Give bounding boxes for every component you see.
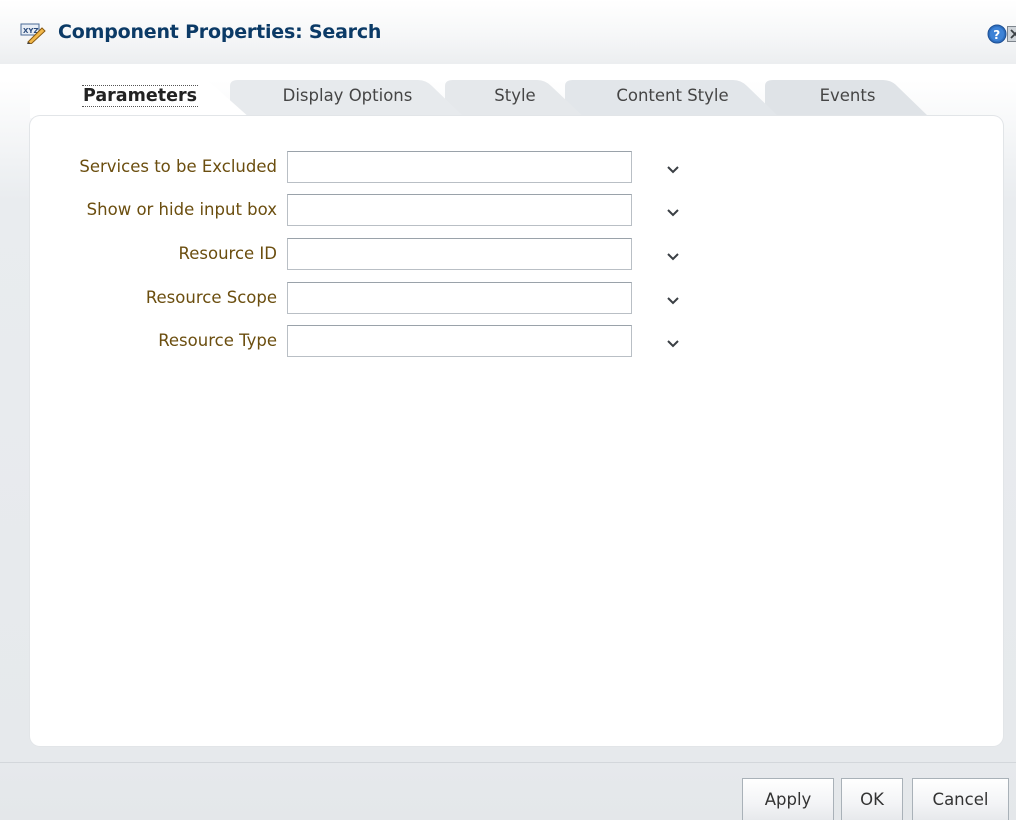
tab-label: Display Options (282, 86, 413, 105)
services-excluded-input[interactable] (287, 151, 632, 183)
resource-scope-input[interactable] (287, 282, 632, 314)
show-hide-input-field[interactable] (287, 194, 632, 226)
show-hide-input-label: Show or hide input box (86, 200, 277, 219)
tab-style[interactable]: Style (445, 76, 585, 118)
xyz-edit-icon: XYZ (20, 22, 46, 45)
tab-label: Parameters (82, 85, 198, 107)
svg-text:?: ? (993, 28, 1000, 42)
form-row-resource-id: Resource ID (30, 238, 730, 272)
resource-type-input[interactable] (287, 325, 632, 357)
resource-scope-label: Resource Scope (145, 288, 277, 307)
tab-label: Style (494, 86, 536, 105)
form-row-show-hide-input: Show or hide input box (30, 194, 730, 228)
tab-content-style[interactable]: Content Style (565, 76, 780, 118)
apply-button[interactable]: Apply (742, 778, 834, 820)
dialog-title-bar: XYZ Component Properties: Search ? (0, 0, 1016, 64)
tab-events[interactable]: Events (765, 76, 930, 118)
resource-id-input[interactable] (287, 238, 632, 270)
form-row-resource-type: Resource Type (30, 325, 730, 359)
dialog-title: Component Properties: Search (58, 21, 382, 43)
tab-strip: Events Content Style Style Display Optio… (30, 76, 930, 118)
tab-label: Content Style (616, 86, 729, 105)
chevron-down-icon[interactable] (666, 248, 680, 261)
footer-divider (0, 762, 1016, 763)
services-excluded-label: Services to be Excluded (79, 157, 277, 176)
resource-id-label: Resource ID (178, 244, 277, 263)
chevron-down-icon[interactable] (666, 292, 680, 305)
close-icon[interactable] (1007, 26, 1016, 42)
tab-label: Events (819, 86, 876, 105)
chevron-down-icon[interactable] (666, 335, 680, 348)
chevron-down-icon[interactable] (666, 204, 680, 217)
form-row-services-excluded: Services to be Excluded (30, 151, 730, 185)
chevron-down-icon[interactable] (666, 161, 680, 174)
ok-button[interactable]: OK (841, 778, 903, 820)
form-row-resource-scope: Resource Scope (30, 282, 730, 316)
resource-type-label: Resource Type (158, 331, 277, 350)
tab-display-options[interactable]: Display Options (230, 76, 465, 118)
cancel-button[interactable]: Cancel (912, 778, 1009, 820)
tab-parameters[interactable]: Parameters (30, 76, 250, 118)
parameters-panel: Services to be Excluded Show or hide inp… (30, 116, 1003, 746)
help-icon[interactable]: ? (987, 24, 1007, 44)
